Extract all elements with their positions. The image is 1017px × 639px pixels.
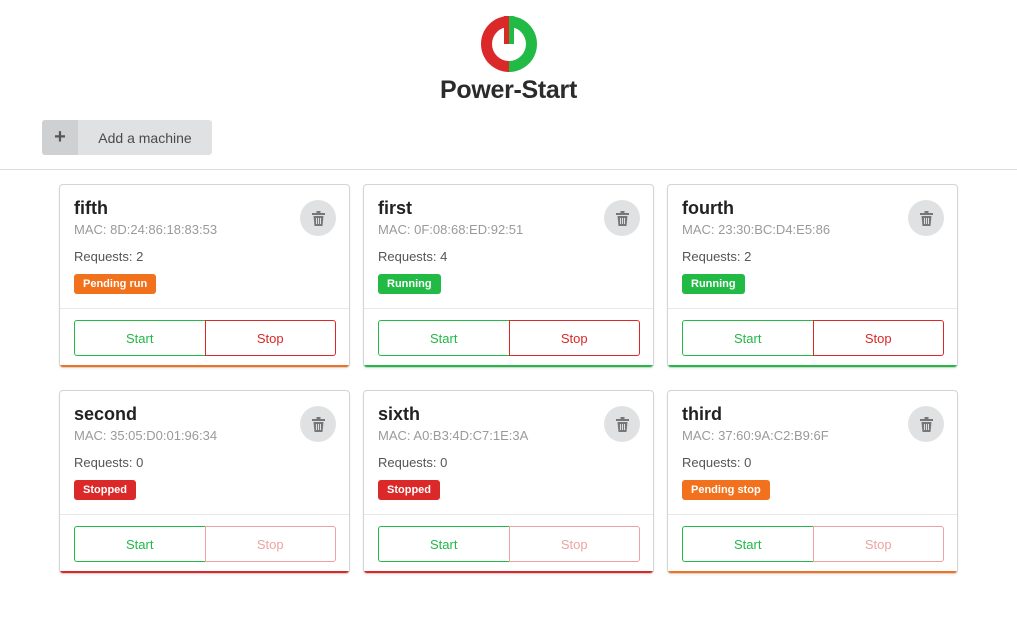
page-header: Power-Start + Add a machine <box>0 0 1017 170</box>
status-badge: Stopped <box>74 480 136 500</box>
app-title: Power-Start <box>439 76 577 104</box>
status-line <box>668 365 957 367</box>
machine-name: second <box>74 404 138 424</box>
machine-name: fourth <box>682 198 734 218</box>
start-button[interactable]: Start <box>682 320 814 356</box>
machine-requests: Requests: 0 <box>378 455 448 470</box>
trash-icon <box>615 416 629 432</box>
trash-icon <box>615 210 629 226</box>
start-button[interactable]: Start <box>378 526 510 562</box>
delete-button[interactable] <box>908 200 944 236</box>
machine-name: third <box>682 404 722 424</box>
action-buttons: Start Stop <box>682 320 944 356</box>
machine-card: fifth MAC: 8D:24:86:18:83:53 Requests: 2… <box>59 184 350 368</box>
delete-button[interactable] <box>604 200 640 236</box>
stop-button[interactable]: Stop <box>812 320 944 356</box>
machine-name: fifth <box>74 198 108 218</box>
trash-icon <box>311 416 325 432</box>
machine-name: sixth <box>378 404 421 424</box>
trash-icon <box>919 210 933 226</box>
machine-mac: MAC: 35:05:D0:01:96:34 <box>74 428 218 443</box>
status-line <box>668 571 957 573</box>
machine-grid: fifth MAC: 8D:24:86:18:83:53 Requests: 2… <box>59 184 959 574</box>
card-divider <box>60 514 349 515</box>
delete-button[interactable] <box>908 406 944 442</box>
delete-button[interactable] <box>300 406 336 442</box>
machine-card: fourth MAC: 23:30:BC:D4:E5:86 Requests: … <box>667 184 958 368</box>
start-button[interactable]: Start <box>74 320 206 356</box>
action-buttons: Start Stop <box>378 320 640 356</box>
add-machine-label: Add a machine <box>98 129 192 146</box>
machine-requests: Requests: 2 <box>682 249 752 264</box>
plus-icon: + <box>42 120 78 155</box>
machine-mac: MAC: A0:B3:4D:C7:1E:3A <box>378 428 529 443</box>
start-button[interactable]: Start <box>74 526 206 562</box>
machine-card: first MAC: 0F:08:68:ED:92:51 Requests: 4… <box>363 184 654 368</box>
action-buttons: Start Stop <box>682 526 944 562</box>
machine-card: second MAC: 35:05:D0:01:96:34 Requests: … <box>59 390 350 574</box>
action-buttons: Start Stop <box>378 526 640 562</box>
start-button[interactable]: Start <box>682 526 814 562</box>
status-line <box>60 571 349 573</box>
status-badge: Running <box>682 274 745 294</box>
stop-button[interactable]: Stop <box>204 320 336 356</box>
machine-requests: Requests: 0 <box>74 455 144 470</box>
stop-button[interactable]: Stop <box>204 526 336 562</box>
stop-button[interactable]: Stop <box>812 526 944 562</box>
start-button[interactable]: Start <box>378 320 510 356</box>
trash-icon <box>311 210 325 226</box>
machine-requests: Requests: 2 <box>74 249 144 264</box>
card-divider <box>60 308 349 309</box>
machine-name: first <box>378 198 413 218</box>
stop-button[interactable]: Stop <box>508 320 640 356</box>
status-line <box>60 365 349 367</box>
add-machine-button[interactable]: + Add a machine <box>42 120 212 155</box>
machine-card: third MAC: 37:60:9A:C2:B9:6F Requests: 0… <box>667 390 958 574</box>
machine-mac: MAC: 8D:24:86:18:83:53 <box>74 222 218 237</box>
stop-button[interactable]: Stop <box>508 526 640 562</box>
card-divider <box>668 308 957 309</box>
status-badge: Stopped <box>378 480 440 500</box>
card-divider <box>364 308 653 309</box>
action-buttons: Start Stop <box>74 526 336 562</box>
status-badge: Pending run <box>74 274 157 294</box>
status-line <box>364 571 653 573</box>
machine-mac: MAC: 23:30:BC:D4:E5:86 <box>682 222 831 237</box>
card-divider <box>668 514 957 515</box>
machine-requests: Requests: 0 <box>682 455 752 470</box>
trash-icon <box>919 416 933 432</box>
delete-button[interactable] <box>300 200 336 236</box>
status-badge: Pending stop <box>682 480 770 500</box>
status-badge: Running <box>378 274 441 294</box>
machine-mac: MAC: 37:60:9A:C2:B9:6F <box>682 428 829 443</box>
machine-requests: Requests: 4 <box>378 249 448 264</box>
action-buttons: Start Stop <box>74 320 336 356</box>
delete-button[interactable] <box>604 406 640 442</box>
card-divider <box>364 514 653 515</box>
machine-card: sixth MAC: A0:B3:4D:C7:1E:3A Requests: 0… <box>363 390 654 574</box>
power-logo-icon <box>481 13 537 72</box>
machine-mac: MAC: 0F:08:68:ED:92:51 <box>378 222 524 237</box>
status-line <box>364 365 653 367</box>
